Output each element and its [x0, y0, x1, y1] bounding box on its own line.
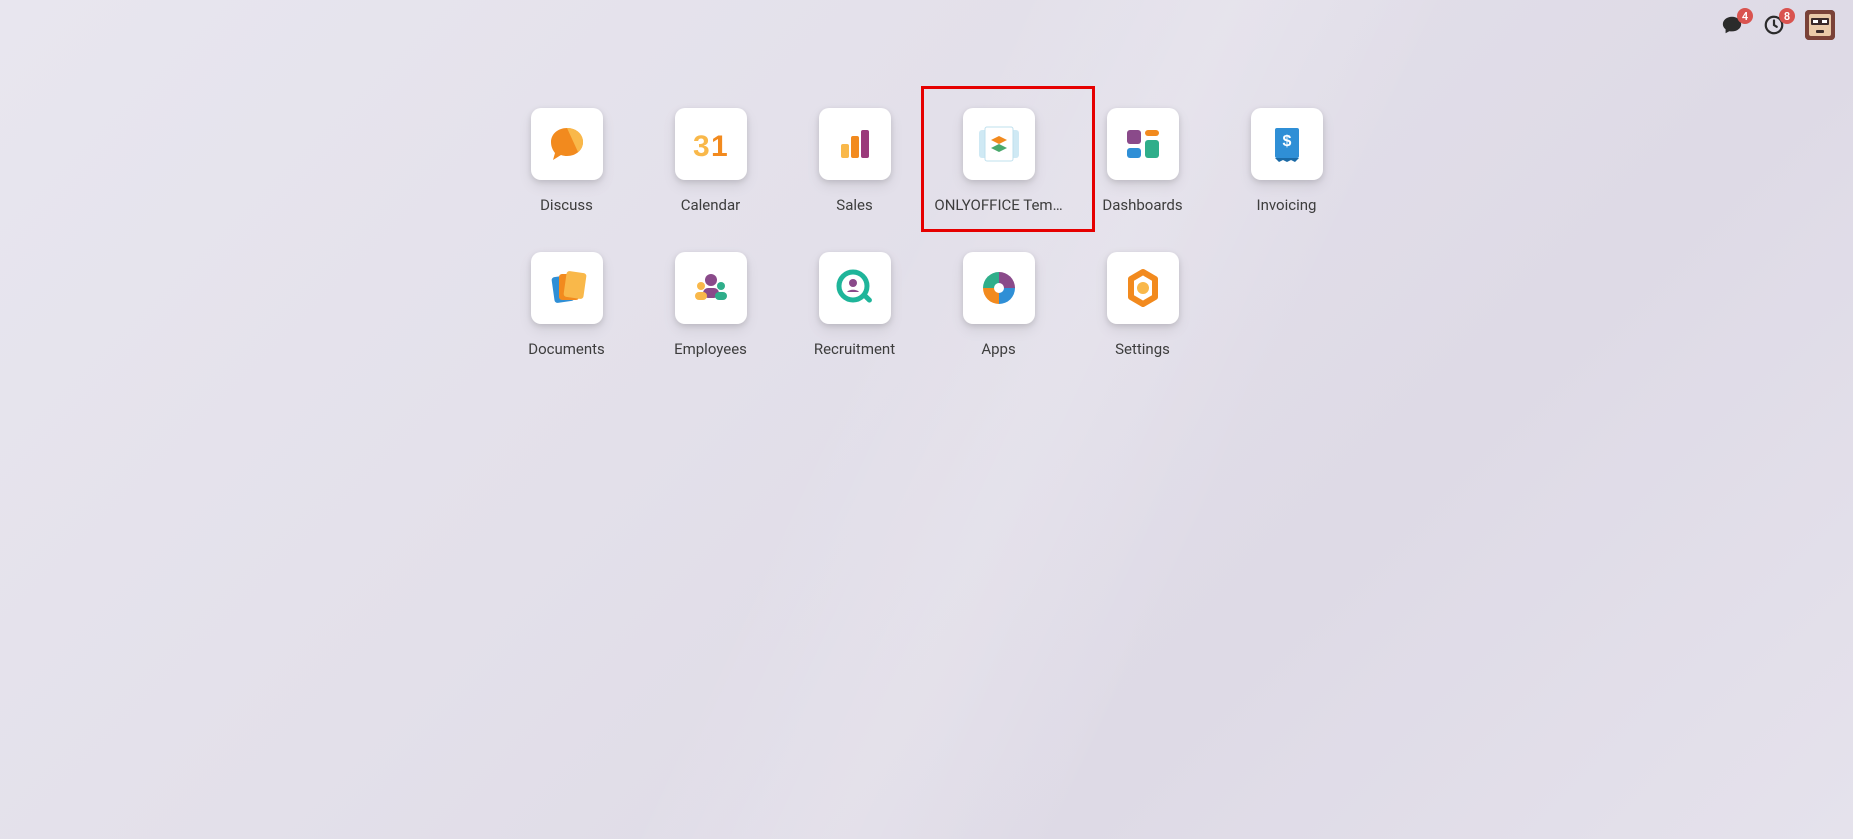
calendar-icon: 3 1: [689, 122, 733, 166]
app-tile-invoicing[interactable]: $ Invoicing: [1215, 108, 1359, 214]
app-icon-box: [963, 108, 1035, 180]
app-icon-box: [531, 252, 603, 324]
apps-icon: [977, 266, 1021, 310]
app-tile-sales[interactable]: Sales: [783, 108, 927, 214]
app-label: ONLYOFFICE Tem…: [934, 196, 1062, 214]
onlyoffice-icon: [975, 124, 1023, 164]
app-label: Discuss: [540, 196, 593, 214]
app-icon-box: [819, 252, 891, 324]
activity-button[interactable]: 8: [1763, 14, 1785, 36]
sales-icon: [833, 122, 877, 166]
app-icon-box: [1107, 252, 1179, 324]
topbar: 4 8: [1721, 10, 1835, 40]
app-icon-box: [531, 108, 603, 180]
app-tile-calendar[interactable]: 3 1 Calendar: [639, 108, 783, 214]
app-label: Calendar: [681, 196, 741, 214]
app-label: Sales: [836, 196, 872, 214]
app-icon-box: $: [1251, 108, 1323, 180]
svg-text:$: $: [1282, 133, 1291, 150]
app-icon-box: [963, 252, 1035, 324]
app-icon-box: [1107, 108, 1179, 180]
app-tile-settings[interactable]: Settings: [1071, 252, 1215, 358]
discuss-icon: [545, 122, 589, 166]
app-tile-dashboards[interactable]: Dashboards: [1071, 108, 1215, 214]
app-tile-recruitment[interactable]: Recruitment: [783, 252, 927, 358]
app-icon-box: [675, 252, 747, 324]
app-label: Recruitment: [814, 340, 895, 358]
app-tile-apps[interactable]: Apps: [927, 252, 1071, 358]
app-label: Settings: [1115, 340, 1170, 358]
settings-icon: [1121, 266, 1165, 310]
messages-button[interactable]: 4: [1721, 14, 1743, 36]
app-tile-discuss[interactable]: Discuss: [495, 108, 639, 214]
documents-icon: [545, 266, 589, 310]
app-grid: Discuss 3 1 Calendar Sales: [495, 108, 1359, 358]
svg-text:1: 1: [711, 130, 728, 163]
invoicing-icon: $: [1265, 122, 1309, 166]
app-tile-onlyoffice[interactable]: ONLYOFFICE Tem…: [927, 108, 1071, 214]
app-label: Apps: [981, 340, 1015, 358]
app-icon-box: [819, 108, 891, 180]
activity-badge: 8: [1779, 8, 1795, 24]
avatar[interactable]: [1805, 10, 1835, 40]
app-label: Invoicing: [1257, 196, 1317, 214]
app-icon-box: 3 1: [675, 108, 747, 180]
app-tile-employees[interactable]: Employees: [639, 252, 783, 358]
messages-badge: 4: [1737, 8, 1753, 24]
app-label: Dashboards: [1102, 196, 1182, 214]
app-label: Employees: [674, 340, 747, 358]
dashboards-icon: [1121, 122, 1165, 166]
app-label: Documents: [528, 340, 605, 358]
avatar-icon: [1805, 10, 1835, 40]
recruitment-icon: [833, 266, 877, 310]
employees-icon: [689, 266, 733, 310]
app-tile-documents[interactable]: Documents: [495, 252, 639, 358]
svg-text:3: 3: [693, 130, 710, 163]
